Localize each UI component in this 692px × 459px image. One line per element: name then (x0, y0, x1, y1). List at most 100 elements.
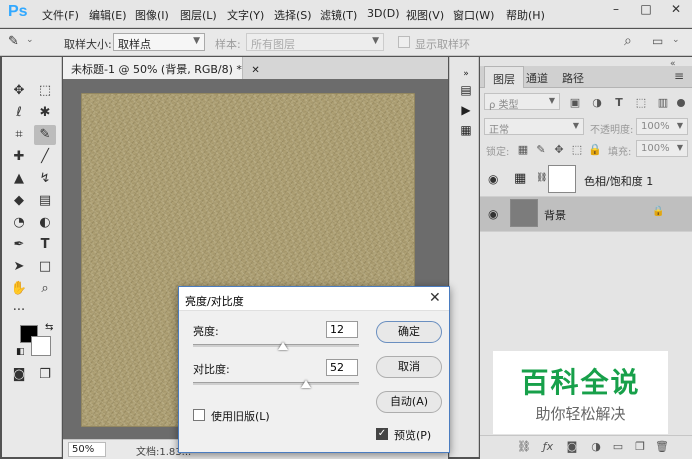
properties-panel-icon[interactable]: ▦ (458, 123, 474, 139)
background-color-swatch[interactable] (31, 336, 51, 356)
swap-colors-icon[interactable]: ⇆ (45, 322, 53, 333)
crop-tool-icon[interactable]: ⌗ (8, 125, 30, 145)
cancel-button[interactable]: 取消 (376, 356, 442, 378)
lasso-tool-icon[interactable]: ℓ (8, 103, 30, 123)
menu-item[interactable]: 滤镜(T) (320, 7, 357, 23)
quick-mask-icon[interactable]: ◙ (8, 365, 30, 385)
menu-item[interactable]: 视图(V) (406, 7, 444, 23)
search-icon[interactable]: ⌕ (624, 33, 632, 49)
contrast-slider-track[interactable] (193, 382, 359, 385)
show-ring-checkbox[interactable] (398, 36, 410, 48)
zoom-tool-icon[interactable]: ⌕ (34, 279, 56, 299)
layer-thumbnail[interactable] (510, 199, 538, 227)
default-colors-icon[interactable]: ◧ (16, 347, 25, 357)
filter-shape-icon[interactable]: ⬚ (634, 96, 648, 109)
chevron-down-icon[interactable]: ⌄ (672, 35, 680, 45)
close-tab-icon[interactable]: ✕ (251, 65, 259, 76)
zoom-field[interactable]: 50% (68, 442, 106, 457)
new-layer-icon[interactable]: ❐ (632, 440, 648, 453)
eyedropper-tool-icon[interactable]: ✎ (34, 125, 56, 145)
filter-smart-object-icon[interactable]: ▥ (656, 96, 670, 109)
layer-mask-thumbnail[interactable] (548, 165, 576, 193)
fill-field[interactable]: 100% ▼ (636, 140, 688, 157)
menu-item[interactable]: 帮助(H) (506, 7, 545, 23)
clone-stamp-tool-icon[interactable]: ▲ (8, 169, 30, 189)
filter-pixel-icon[interactable]: ▣ (568, 96, 582, 109)
marquee-tool-icon[interactable]: ⬚ (34, 81, 56, 101)
visibility-eye-icon[interactable]: ◉ (488, 207, 498, 221)
blur-tool-icon[interactable]: ◔ (8, 213, 30, 233)
tool-preset-chevron-icon[interactable]: ⌄ (26, 35, 34, 45)
menu-item[interactable]: 窗口(W) (453, 7, 494, 23)
magic-wand-tool-icon[interactable]: ✱ (34, 103, 56, 123)
preview-checkbox[interactable]: ✓ (376, 428, 388, 440)
filter-toggle-icon[interactable] (677, 99, 685, 107)
tab-paths[interactable]: 路径 (554, 66, 592, 88)
move-tool-icon[interactable]: ✥ (8, 81, 30, 101)
layer-row-hue-saturation[interactable]: ◉ ▦ ⛓ 色相/饱和度 1 (480, 162, 692, 197)
gradient-tool-icon[interactable]: ▤ (34, 191, 56, 211)
close-window-button[interactable]: ✕ (660, 0, 692, 20)
lock-all-icon[interactable]: 🔒 (588, 143, 602, 156)
ok-button[interactable]: 确定 (376, 321, 442, 343)
filter-type-icon[interactable]: T (612, 96, 626, 109)
blend-mode-select[interactable]: 正常 ▼ (484, 118, 584, 136)
minimize-button[interactable]: – (600, 0, 632, 20)
history-brush-tool-icon[interactable]: ↯ (34, 169, 56, 189)
delete-layer-icon[interactable]: 🗑 (654, 440, 670, 453)
maximize-button[interactable]: □ (630, 0, 662, 20)
opacity-field[interactable]: 100% ▼ (636, 118, 688, 135)
history-panel-icon[interactable]: ▤ (458, 83, 474, 99)
menu-item[interactable]: 编辑(E) (89, 7, 127, 23)
type-tool-icon[interactable]: T (34, 235, 56, 255)
lock-artboard-icon[interactable]: ⬚ (570, 143, 584, 156)
panel-menu-icon[interactable]: ≡ (674, 69, 684, 83)
contrast-input[interactable]: 52 (326, 359, 358, 376)
healing-brush-tool-icon[interactable]: ✚ (8, 147, 30, 167)
add-mask-icon[interactable]: ◙ (564, 440, 580, 453)
brightness-slider-track[interactable] (193, 344, 359, 347)
tab-channels[interactable]: 通道 (518, 66, 556, 88)
actions-panel-icon[interactable]: ▶ (458, 103, 474, 119)
menu-item[interactable]: 选择(S) (274, 7, 312, 23)
layer-row-background[interactable]: ◉ 背景 🔒 (480, 197, 692, 232)
lock-pixels-icon[interactable]: ✎ (534, 143, 548, 156)
dodge-tool-icon[interactable]: ◐ (34, 213, 56, 233)
layer-name[interactable]: 背景 (544, 207, 566, 223)
more-tools-icon[interactable]: ··· (8, 301, 30, 321)
lock-transparent-icon[interactable]: ▦ (516, 143, 530, 156)
screen-mode-icon[interactable]: ❐ (34, 365, 56, 385)
link-icon[interactable]: ⛓ (536, 173, 547, 183)
path-selection-tool-icon[interactable]: ➤ (8, 257, 30, 277)
link-layers-icon[interactable]: ⛓ (516, 440, 532, 453)
brightness-input[interactable]: 12 (326, 321, 358, 338)
brightness-slider-thumb[interactable] (277, 342, 288, 350)
workspace-icon[interactable]: ▭ (652, 34, 663, 48)
document-tab[interactable]: 未标题-1 @ 50% (背景, RGB/8) * ✕ (63, 57, 260, 79)
menu-item[interactable]: 图层(L) (180, 7, 217, 23)
lock-position-icon[interactable]: ✥ (552, 143, 566, 156)
hand-tool-icon[interactable]: ✋ (8, 279, 30, 299)
sample-select[interactable]: 所有图层 ▼ (246, 33, 384, 51)
menu-item[interactable]: 图像(I) (135, 7, 169, 23)
filter-adjustment-icon[interactable]: ◑ (590, 96, 604, 109)
eraser-tool-icon[interactable]: ◆ (8, 191, 30, 211)
menu-item[interactable]: 文件(F) (42, 7, 79, 23)
close-icon[interactable]: ✕ (429, 290, 441, 306)
filter-kind-select[interactable]: ρ 类型 ▼ (484, 93, 560, 111)
contrast-slider-thumb[interactable] (300, 380, 311, 388)
eyedropper-icon[interactable]: ✎ (8, 34, 19, 49)
new-adjustment-layer-icon[interactable]: ◑ (588, 440, 604, 453)
layer-style-icon[interactable]: ƒx (540, 440, 556, 453)
rectangle-tool-icon[interactable]: □ (34, 257, 56, 277)
new-group-icon[interactable]: ▭ (610, 440, 626, 453)
menu-item[interactable]: 3D(D) (367, 7, 400, 20)
visibility-eye-icon[interactable]: ◉ (488, 172, 498, 186)
brush-tool-icon[interactable]: ╱ (34, 147, 56, 167)
pen-tool-icon[interactable]: ✒ (8, 235, 30, 255)
legacy-checkbox[interactable] (193, 409, 205, 421)
menu-item[interactable]: 文字(Y) (227, 7, 264, 23)
auto-button[interactable]: 自动(A) (376, 391, 442, 413)
sample-size-select[interactable]: 取样点 ▼ (113, 33, 205, 51)
layer-name[interactable]: 色相/饱和度 1 (584, 173, 653, 189)
